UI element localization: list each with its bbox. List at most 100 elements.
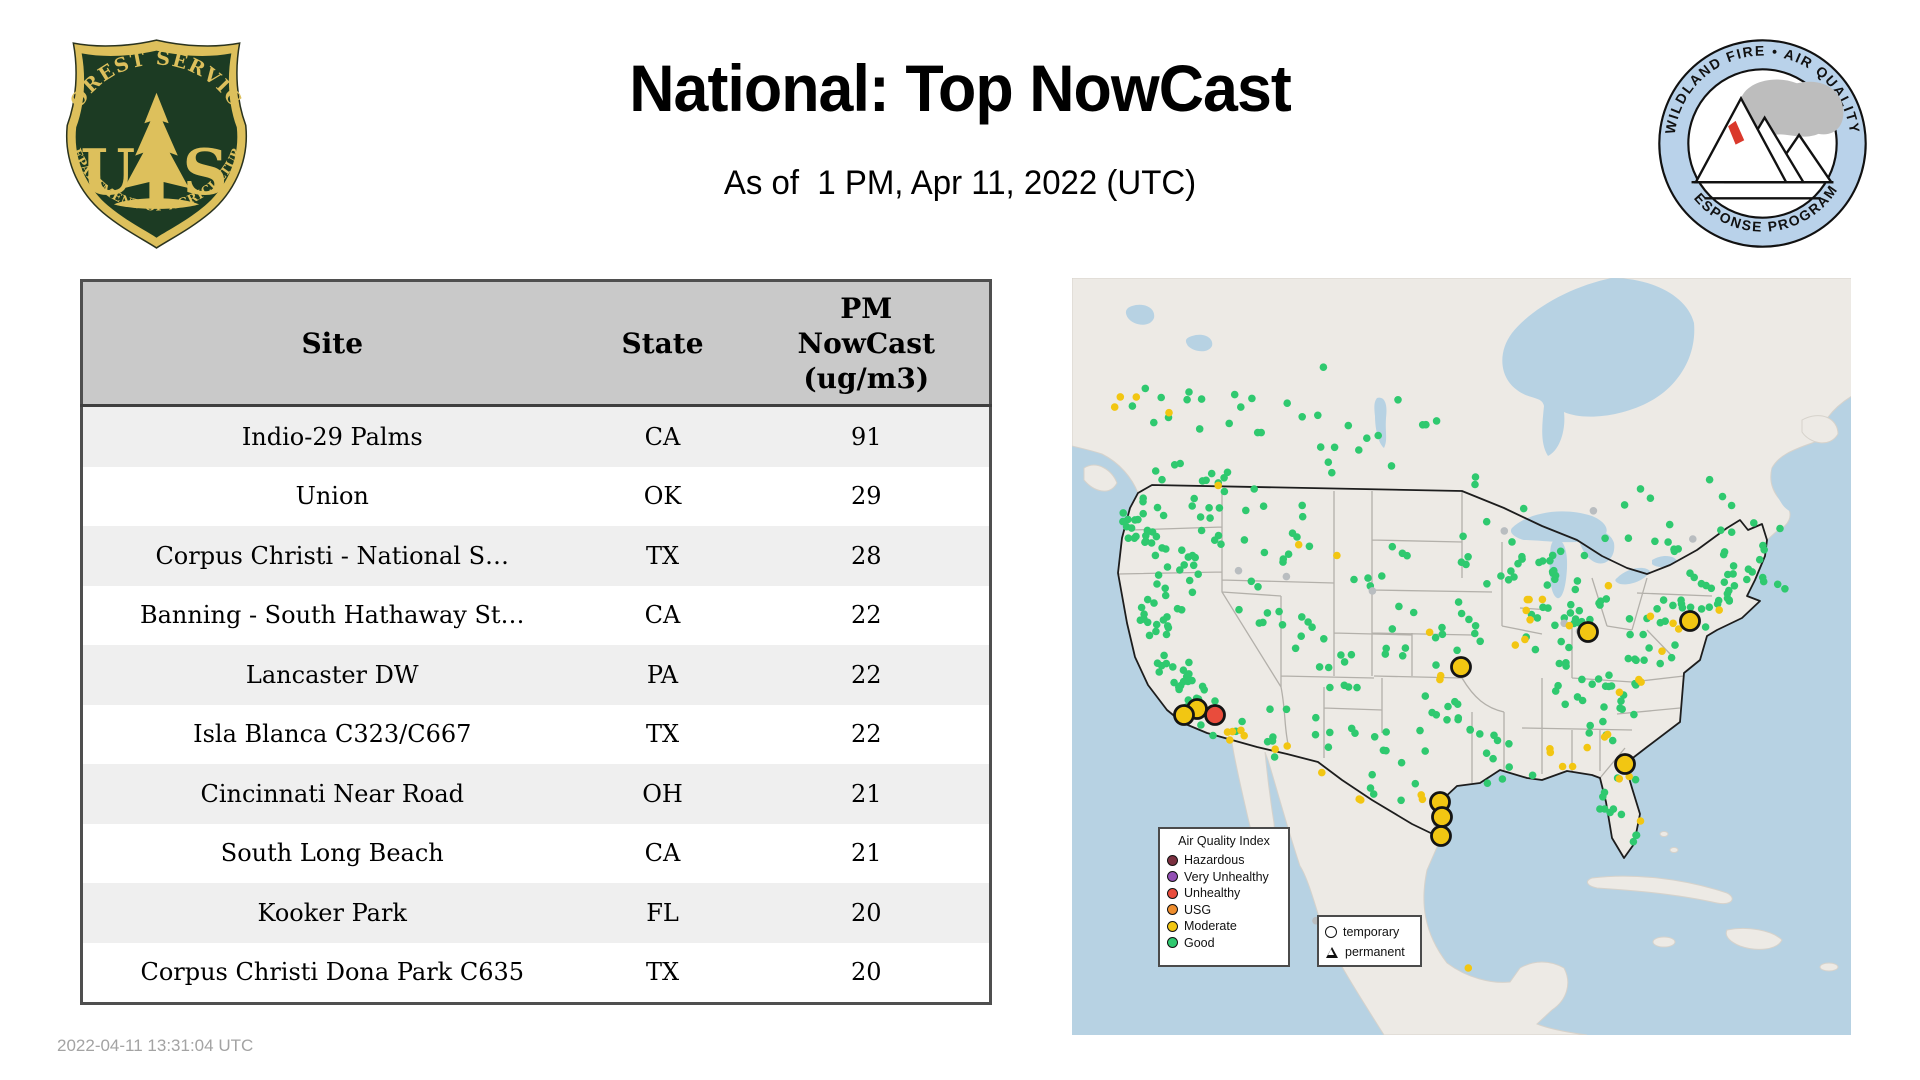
good-monitor-dot[interactable] [1388,625,1397,633]
good-monitor-dot[interactable] [1626,630,1634,639]
good-monitor-dot[interactable] [1397,758,1406,767]
good-monitor-dot[interactable] [1151,551,1160,560]
good-monitor-dot[interactable] [1562,659,1570,667]
good-monitor-dot[interactable] [1705,603,1714,611]
good-monitor-dot[interactable] [1432,661,1440,669]
moderate-large-marker[interactable] [1431,806,1453,828]
good-monitor-dot[interactable] [1422,420,1430,429]
moderate-monitor-dot[interactable] [1425,628,1434,637]
gray-monitor-dot[interactable] [1282,572,1291,581]
good-monitor-dot[interactable] [1471,473,1480,481]
good-monitor-dot[interactable] [1725,596,1733,604]
good-monitor-dot[interactable] [1124,534,1133,542]
good-monitor-dot[interactable] [1275,607,1283,616]
good-monitor-dot[interactable] [1504,576,1513,584]
good-monitor-dot[interactable] [1188,588,1197,597]
good-monitor-dot[interactable] [1411,779,1420,788]
good-monitor-dot[interactable] [1508,538,1516,546]
good-monitor-dot[interactable] [1259,502,1268,510]
good-monitor-dot[interactable] [1543,581,1552,589]
good-monitor-dot[interactable] [1557,637,1565,646]
good-monitor-dot[interactable] [1674,545,1682,553]
moderate-monitor-dot[interactable] [1565,621,1574,630]
good-monitor-dot[interactable] [1605,671,1613,679]
good-monitor-dot[interactable] [1328,468,1336,477]
good-monitor-dot[interactable] [1606,808,1614,817]
good-monitor-dot[interactable] [1363,434,1371,442]
moderate-monitor-dot[interactable] [1568,762,1577,771]
good-monitor-dot[interactable] [1240,536,1249,544]
good-monitor-dot[interactable] [1645,644,1653,652]
good-monitor-dot[interactable] [1185,658,1193,667]
good-monitor-dot[interactable] [1483,779,1492,787]
good-monitor-dot[interactable] [1403,551,1411,560]
moderate-monitor-dot[interactable] [1521,635,1529,644]
good-monitor-dot[interactable] [1653,605,1661,613]
good-monitor-dot[interactable] [1340,681,1349,690]
good-monitor-dot[interactable] [1305,542,1314,551]
good-monitor-dot[interactable] [1337,651,1345,659]
moderate-monitor-dot[interactable] [1294,540,1303,549]
good-monitor-dot[interactable] [1398,652,1407,660]
good-monitor-dot[interactable] [1669,601,1677,610]
moderate-monitor-dot[interactable] [1615,688,1624,697]
good-monitor-dot[interactable] [1538,557,1547,565]
moderate-monitor-dot[interactable] [1333,551,1341,560]
good-monitor-dot[interactable] [1551,621,1559,630]
good-monitor-dot[interactable] [1409,608,1418,617]
good-monitor-dot[interactable] [1729,562,1738,570]
good-monitor-dot[interactable] [1743,575,1751,584]
good-monitor-dot[interactable] [1471,629,1479,638]
good-monitor-dot[interactable] [1624,654,1633,663]
moderate-monitor-dot[interactable] [1669,619,1677,628]
good-monitor-dot[interactable] [1617,697,1625,705]
good-monitor-dot[interactable] [1601,534,1609,543]
gray-monitor-dot[interactable] [1500,527,1509,535]
good-monitor-dot[interactable] [1298,512,1307,521]
good-monitor-dot[interactable] [1151,467,1160,475]
moderate-monitor-dot[interactable] [1511,641,1520,649]
moderate-monitor-dot[interactable] [1522,606,1530,615]
good-monitor-dot[interactable] [1159,511,1168,520]
good-monitor-dot[interactable] [1152,620,1161,629]
good-monitor-dot[interactable] [1190,494,1198,503]
good-monitor-dot[interactable] [1443,716,1451,724]
good-monitor-dot[interactable] [1401,644,1410,652]
moderate-monitor-dot[interactable] [1318,768,1326,777]
good-monitor-dot[interactable] [1585,729,1593,737]
good-monitor-dot[interactable] [1539,603,1547,612]
good-monitor-dot[interactable] [1139,494,1147,502]
good-monitor-dot[interactable] [1279,558,1287,566]
moderate-monitor-dot[interactable] [1646,612,1655,621]
good-monitor-dot[interactable] [1453,700,1462,708]
good-monitor-dot[interactable] [1242,506,1250,515]
good-monitor-dot[interactable] [1119,509,1127,517]
good-monitor-dot[interactable] [1324,743,1333,751]
good-monitor-dot[interactable] [1211,697,1219,705]
good-monitor-dot[interactable] [1263,737,1272,746]
good-monitor-dot[interactable] [1620,501,1629,509]
good-monitor-dot[interactable] [1179,666,1188,674]
good-monitor-dot[interactable] [1298,413,1306,421]
good-monitor-dot[interactable] [1720,548,1729,556]
good-monitor-dot[interactable] [1170,461,1179,469]
good-monitor-dot[interactable] [1493,736,1502,745]
good-monitor-dot[interactable] [1533,614,1542,622]
good-monitor-dot[interactable] [1702,581,1710,590]
good-monitor-dot[interactable] [1189,561,1198,570]
good-monitor-dot[interactable] [1283,399,1291,407]
good-monitor-dot[interactable] [1482,749,1491,757]
good-monitor-dot[interactable] [1578,675,1586,684]
good-monitor-dot[interactable] [1196,513,1205,521]
moderate-monitor-dot[interactable] [1226,736,1234,744]
good-monitor-dot[interactable] [1200,686,1208,694]
good-monitor-dot[interactable] [1459,532,1467,541]
good-monitor-dot[interactable] [1566,609,1575,617]
good-monitor-dot[interactable] [1259,618,1267,627]
good-monitor-dot[interactable] [1632,831,1640,840]
gray-monitor-dot[interactable] [1368,587,1377,595]
good-monitor-dot[interactable] [1185,576,1194,585]
good-monitor-dot[interactable] [1599,793,1607,801]
good-monitor-dot[interactable] [1625,615,1634,623]
good-monitor-dot[interactable] [1571,615,1580,623]
